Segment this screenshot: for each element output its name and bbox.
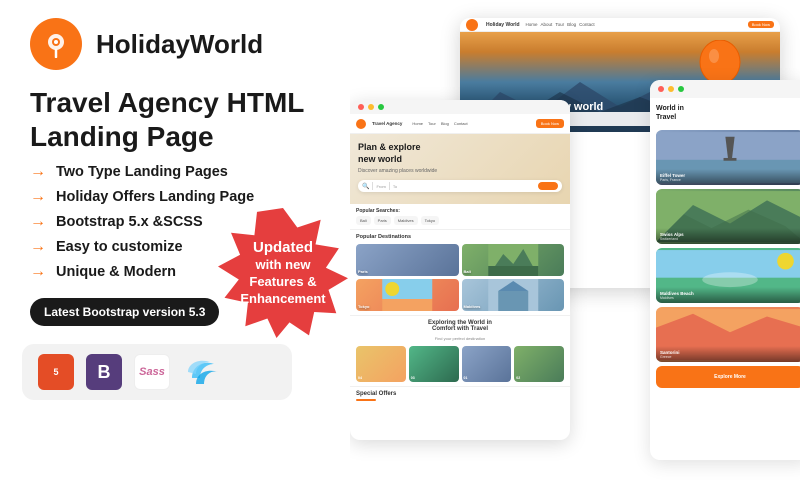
exploring-section: Exploring the World inComfort with Trave… bbox=[350, 315, 570, 386]
right-card-overlay-3: Maldives Beach Maldives bbox=[656, 287, 800, 303]
world-cards: Paris Bali Tokyo bbox=[356, 244, 564, 311]
right-card-info-4: Greece bbox=[660, 355, 800, 359]
browser-secondary: Travel Agency Home Tour Blog Contact Boo… bbox=[350, 100, 570, 440]
exp-label-1: 04 bbox=[358, 376, 362, 380]
browser-nav-bar: Holiday World Home About Tour Blog Conta… bbox=[460, 18, 780, 32]
sec-hero: Plan & explorenew world Discover amazing… bbox=[350, 134, 570, 204]
logo-circle bbox=[30, 18, 82, 70]
exp-label-2: 03 bbox=[411, 376, 415, 380]
sec-hero-sub: Discover amazing places worldwide bbox=[358, 168, 562, 174]
right-card-3: Maldives Beach Maldives bbox=[656, 248, 800, 303]
exp-card-2: 03 bbox=[409, 346, 459, 382]
right-card-overlay-2: Swiss Alps Switzerland bbox=[656, 228, 800, 244]
search-submit-btn[interactable] bbox=[538, 182, 558, 190]
search-divider-2 bbox=[389, 182, 390, 190]
page-title: Travel Agency HTML Landing Page bbox=[0, 80, 350, 163]
dot-green bbox=[378, 104, 384, 110]
logo-icon bbox=[42, 30, 70, 58]
tag-bali[interactable]: Bali bbox=[356, 216, 371, 225]
nav-brand: Holiday World bbox=[486, 22, 520, 28]
brand-name: HolidayWorld bbox=[96, 29, 263, 60]
world-card-4: Maldives bbox=[462, 279, 565, 311]
right-card-info-2: Switzerland bbox=[660, 237, 800, 241]
sec-brand: Travel Agency bbox=[372, 121, 402, 126]
nav-cta[interactable]: Book Now bbox=[748, 21, 774, 28]
special-underline bbox=[356, 399, 376, 401]
sec-nav-links: Home Tour Blog Contact bbox=[412, 121, 467, 126]
arrow-icon: → bbox=[30, 263, 46, 281]
arrow-icon: → bbox=[30, 213, 46, 231]
special-offers-section: Special Offers bbox=[350, 386, 570, 405]
tag-tokyo[interactable]: Tokyo bbox=[421, 216, 439, 225]
popular-label: Popular Searches: bbox=[350, 204, 570, 216]
feature-item-1: → Two Type Landing Pages bbox=[30, 163, 320, 181]
bootstrap-badge: Latest Bootstrap version 5.3 bbox=[30, 298, 219, 326]
tag-maldives[interactable]: Maldives bbox=[394, 216, 418, 225]
header: HolidayWorld bbox=[0, 0, 350, 80]
explore-btn-label: Explore More bbox=[714, 374, 746, 380]
exploring-title: Exploring the World inComfort with Trave… bbox=[356, 320, 564, 332]
exp-label-3: 01 bbox=[464, 376, 468, 380]
right-card-overlay-1: Eiffel Tower Paris, France bbox=[656, 169, 800, 185]
right-card-2: Swiss Alps Switzerland bbox=[656, 189, 800, 244]
sec-search-bar[interactable]: 🔍 From To bbox=[358, 180, 562, 192]
card-label-tokyo: Tokyo bbox=[358, 304, 369, 309]
browser-bar-secondary bbox=[350, 100, 570, 114]
world-card-3: Tokyo bbox=[356, 279, 459, 311]
dot-yellow-r bbox=[668, 86, 674, 92]
dot-yellow bbox=[368, 104, 374, 110]
special-title: Special Offers bbox=[356, 391, 564, 397]
secondary-nav: Travel Agency Home Tour Blog Contact Boo… bbox=[350, 114, 570, 134]
feature-item-2: → Holiday Offers Landing Page bbox=[30, 188, 320, 206]
right-card-overlay-4: Santorini Greece bbox=[656, 346, 800, 362]
card-label-paris: Paris bbox=[358, 269, 368, 274]
right-browser-bar bbox=[650, 80, 800, 98]
search-divider bbox=[372, 182, 373, 190]
dot-green-r bbox=[678, 86, 684, 92]
search-tag: From bbox=[376, 184, 385, 189]
world-card-1: Paris bbox=[356, 244, 459, 276]
dot-red-r bbox=[658, 86, 664, 92]
exp-label-4: 02 bbox=[516, 376, 520, 380]
right-section-title: World inTravel bbox=[650, 98, 800, 126]
world-section: Popular Destinations Paris Bali bbox=[350, 229, 570, 315]
right-card-4: Santorini Greece bbox=[656, 307, 800, 362]
sec-book-btn[interactable]: Book Now bbox=[536, 119, 564, 128]
right-card-info-1: Paris, France bbox=[660, 178, 800, 182]
dot-red bbox=[358, 104, 364, 110]
nav-links: Home About Tour Blog Contact bbox=[526, 22, 595, 27]
bootstrap-icon: B bbox=[86, 354, 122, 390]
card-label-maldives: Maldives bbox=[464, 304, 481, 309]
popular-tags: Bali Paris Maldives Tokyo bbox=[350, 216, 570, 229]
sass-icon: Sass bbox=[134, 354, 170, 390]
sec-hero-title: Plan & explorenew world bbox=[358, 142, 562, 165]
tag-paris[interactable]: Paris bbox=[374, 216, 391, 225]
tech-icons-row: 5 B Sass bbox=[22, 344, 292, 400]
explore-btn[interactable]: Explore More bbox=[656, 366, 800, 388]
search-icon: 🔍 bbox=[362, 183, 369, 190]
html5-icon: 5 bbox=[38, 354, 74, 390]
arrow-icon: → bbox=[30, 163, 46, 181]
browser-right: World inTravel Eiffel Tower Paris, Franc… bbox=[650, 80, 800, 460]
right-card-info-3: Maldives bbox=[660, 296, 800, 300]
sec-logo bbox=[356, 119, 366, 129]
right-card-1: Eiffel Tower Paris, France bbox=[656, 130, 800, 185]
arrow-icon: → bbox=[30, 238, 46, 256]
exploring-cards: 04 03 01 02 bbox=[356, 346, 564, 382]
preview-area: Holiday World Home About Tour Blog Conta… bbox=[320, 0, 800, 500]
exp-card-1: 04 bbox=[356, 346, 406, 382]
arrow-icon: → bbox=[30, 188, 46, 206]
exploring-sub: Find your perfect destination bbox=[356, 336, 564, 341]
card-label-bali: Bali bbox=[464, 269, 471, 274]
starburst-badge: Updated with new Features & Enhancement bbox=[218, 208, 348, 338]
wind-icon bbox=[182, 354, 226, 390]
search-tag-2: To bbox=[393, 184, 397, 189]
nav-logo bbox=[466, 19, 478, 31]
exp-card-4: 02 bbox=[514, 346, 564, 382]
world-title: Popular Destinations bbox=[356, 234, 564, 240]
world-card-2: Bali bbox=[462, 244, 565, 276]
exp-card-3: 01 bbox=[462, 346, 512, 382]
